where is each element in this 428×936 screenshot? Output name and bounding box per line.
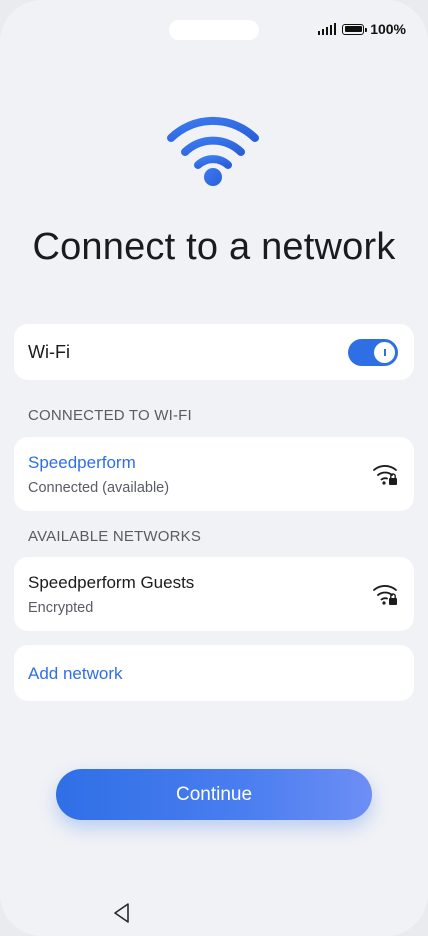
available-section-header: AVAILABLE NETWORKS [28,528,202,545]
network-name: Speedperform Guests [28,573,195,592]
page-title: Connect to a network [32,226,396,268]
toggle-knob [374,342,395,363]
battery-percent: 100% [370,21,406,37]
continue-button[interactable]: Continue [56,769,372,820]
phone-screen: 100% Connect to a network Wi-Fi CONNECTE… [0,0,428,936]
connected-section-header: CONNECTED TO WI-FI [28,407,192,424]
connected-network-item[interactable]: Speedperform Connected (available) [14,437,414,511]
wifi-toggle-label: Wi-Fi [28,342,70,362]
wifi-lock-icon [373,465,397,485]
wifi-lock-icon [373,585,397,605]
add-network-button[interactable]: Add network [14,645,414,701]
network-name: Speedperform [28,453,136,472]
add-network-label: Add network [28,664,123,683]
camera-notch [169,20,259,40]
signal-icon [317,23,337,35]
wifi-toggle-switch[interactable] [348,339,398,366]
network-status: Encrypted [28,600,94,616]
wifi-icon [167,116,259,186]
battery-icon [342,23,368,35]
status-bar: 100% [317,19,406,39]
wifi-toggle-row[interactable]: Wi-Fi [14,324,414,380]
available-network-item[interactable]: Speedperform Guests Encrypted [14,557,414,631]
back-triangle-icon[interactable] [112,902,132,924]
network-status: Connected (available) [28,480,170,496]
